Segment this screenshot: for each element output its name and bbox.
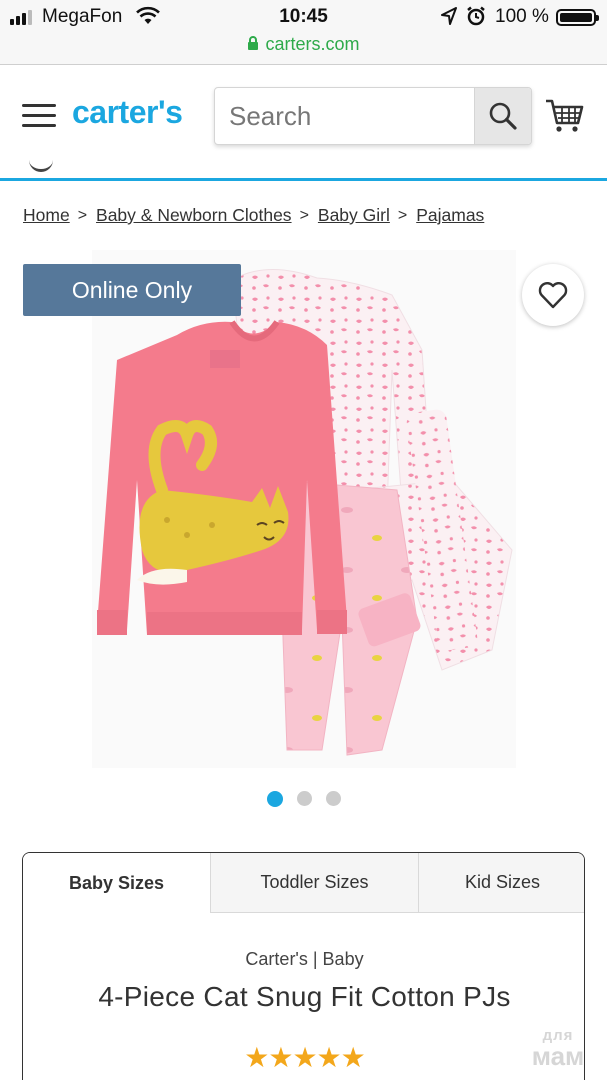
battery-icon bbox=[556, 9, 599, 26]
status-bar: MegaFon 10:45 100 % bbox=[0, 0, 607, 32]
chevron-right-icon: > bbox=[299, 206, 309, 224]
rating-stars[interactable]: ★★★★★ bbox=[23, 1041, 584, 1074]
search-button[interactable] bbox=[474, 88, 531, 144]
location-arrow-icon bbox=[441, 7, 457, 25]
product-info-card: Baby Sizes Toddler Sizes Kid Sizes Carte… bbox=[22, 852, 585, 1080]
chevron-right-icon: > bbox=[77, 206, 88, 224]
site-header: carter's bbox=[0, 66, 607, 180]
carousel-dots bbox=[0, 791, 607, 807]
search-icon bbox=[489, 102, 517, 130]
heart-icon bbox=[538, 282, 568, 309]
size-tabs: Baby Sizes Toddler Sizes Kid Sizes bbox=[23, 853, 584, 913]
carters-logo[interactable]: carter's bbox=[72, 94, 183, 131]
lock-icon bbox=[248, 36, 259, 50]
search-input[interactable] bbox=[215, 88, 475, 144]
carousel-dot[interactable] bbox=[296, 791, 312, 806]
alarm-icon bbox=[467, 6, 485, 26]
product-image[interactable] bbox=[92, 250, 516, 768]
menu-icon[interactable] bbox=[22, 104, 56, 128]
carousel-dot[interactable] bbox=[266, 791, 283, 807]
breadcrumb-baby-newborn[interactable]: Baby & Newborn Clothes bbox=[96, 205, 292, 226]
breadcrumb-home[interactable]: Home bbox=[23, 205, 70, 226]
breadcrumb: Home > Baby & Newborn Clothes > Baby Gir… bbox=[23, 205, 484, 226]
address-bar[interactable]: carters.com bbox=[0, 32, 607, 65]
online-only-badge: Online Only bbox=[23, 264, 241, 316]
breadcrumb-baby-girl[interactable]: Baby Girl bbox=[318, 205, 390, 226]
carousel-dot[interactable] bbox=[325, 791, 341, 806]
watermark-logo: для мам bbox=[531, 1027, 585, 1071]
cart-icon[interactable] bbox=[545, 98, 585, 134]
favorite-button[interactable] bbox=[522, 264, 584, 326]
search-box bbox=[214, 87, 532, 145]
header-divider bbox=[0, 178, 607, 181]
brand-line: Carter's | Baby bbox=[245, 949, 364, 969]
tab-baby-sizes[interactable]: Baby Sizes bbox=[23, 853, 210, 913]
pajama-set-illustration bbox=[97, 269, 513, 756]
tab-kid-sizes[interactable]: Kid Sizes bbox=[418, 853, 584, 913]
product-title: 4-Piece Cat Snug Fit Cotton PJs bbox=[98, 981, 511, 1012]
url-text[interactable]: carters.com bbox=[265, 34, 359, 55]
tab-toddler-sizes[interactable]: Toddler Sizes bbox=[210, 853, 418, 913]
chevron-right-icon: > bbox=[397, 206, 408, 224]
battery-percent: 100 % bbox=[495, 6, 549, 27]
breadcrumb-pajamas[interactable]: Pajamas bbox=[416, 205, 484, 226]
